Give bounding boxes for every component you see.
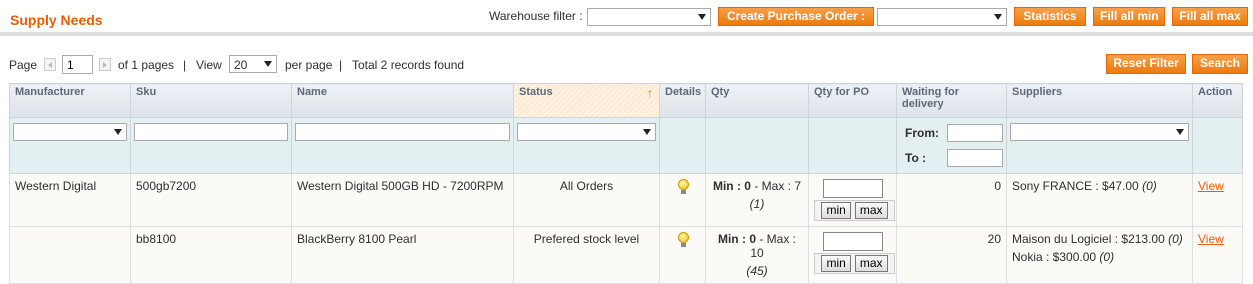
filter-row: From: To : [9,117,1243,174]
suppliers-cell: Maison du Logiciel : $213.00 (0) Nokia :… [1006,226,1193,284]
action-cell: View [1192,173,1243,227]
fill-all-max-button[interactable]: Fill all max [1172,7,1248,26]
waiting-from-label: From: [905,126,939,140]
pager-separator: | [339,58,343,72]
details-cell [659,173,706,227]
chevron-down-icon [698,14,706,20]
arrow-left-icon [48,62,52,68]
page-header: Supply Needs Warehouse filter : Create P… [0,0,1253,36]
waiting-to-input[interactable] [947,149,1003,167]
column-header-status-label: Status [519,86,553,98]
qty-cell: Min : 0 - Max : 10 (45) [705,226,809,284]
waiting-cell: 0 [896,173,1007,227]
statistics-button[interactable]: Statistics [1014,7,1086,26]
column-header-status[interactable]: Status ↑ [513,83,660,118]
page-title: Supply Needs [10,12,103,28]
sku-cell: 500gb7200 [130,173,292,227]
page-number-input[interactable] [62,55,93,74]
search-button[interactable]: Search [1192,54,1248,74]
table-row: bb8100 BlackBerry 8100 Pearl Prefered st… [9,226,1243,284]
qty-subtotal: (45) [746,264,768,278]
max-button[interactable]: max [854,255,888,272]
chevron-down-icon [264,61,272,67]
supply-needs-table: Manufacturer Sku Name Status ↑ Details Q… [9,83,1243,284]
pager-separator: | [183,58,187,72]
min-button[interactable]: min [821,202,851,219]
qty-for-po-cell: min max [808,173,897,227]
next-page-button[interactable] [99,58,111,71]
status-cell: All Orders [513,173,660,227]
page-count: of 1 pages [118,58,175,72]
name-cell: Western Digital 500GB HD - 7200RPM [291,173,514,227]
qty-subtotal: (1) [749,197,765,211]
sku-cell: bb8100 [130,226,292,284]
total-records: Total 2 records found [352,58,465,72]
fill-all-min-button[interactable]: Fill all min [1093,7,1165,26]
max-button[interactable]: max [854,202,888,219]
column-header-suppliers[interactable]: Suppliers [1006,83,1193,118]
details-cell [659,226,706,284]
warehouse-filter-select[interactable] [587,8,711,26]
waiting-cell: 20 [896,226,1007,284]
qty-for-po-input[interactable] [822,232,883,251]
view-label: View [196,58,222,72]
per-page-label: per page [285,58,333,72]
warehouse-filter-label: Warehouse filter : [489,9,583,23]
manufacturer-cell: Western Digital [9,173,131,227]
view-link[interactable]: View [1198,179,1224,193]
manufacturer-filter-select[interactable] [13,123,127,141]
qty-for-po-input[interactable] [822,179,883,198]
arrow-right-icon [103,62,107,68]
name-filter-input[interactable] [295,123,510,141]
column-header-details: Details [659,83,706,118]
sort-ascending-icon: ↑ [647,86,653,100]
chevron-down-icon [643,129,651,135]
action-cell: View [1192,226,1243,284]
manufacturer-cell [9,226,131,284]
column-header-waiting-for-delivery[interactable]: Waiting for delivery [896,83,1007,118]
column-header-qty-for-po: Qty for PO [808,83,897,118]
column-header-qty[interactable]: Qty [705,83,809,118]
column-header-name[interactable]: Name [291,83,514,118]
chevron-down-icon [114,129,122,135]
sku-filter-input[interactable] [134,123,288,141]
qty-cell: Min : 0 - Max : 7 (1) [705,173,809,227]
column-header-action: Action [1192,83,1243,118]
waiting-from-input[interactable] [947,124,1003,142]
status-cell: Prefered stock level [513,226,660,284]
waiting-to-label: To : [905,151,927,165]
suppliers-filter-select[interactable] [1010,123,1189,141]
min-button[interactable]: min [821,255,851,272]
suppliers-cell: Sony FRANCE : $47.00 (0) [1006,173,1193,227]
lightbulb-icon[interactable] [676,179,690,195]
column-header-manufacturer[interactable]: Manufacturer [9,83,131,118]
per-page-select[interactable]: 20 [229,55,277,73]
name-cell: BlackBerry 8100 Pearl [291,226,514,284]
page-label: Page [9,58,38,72]
column-header-sku[interactable]: Sku [130,83,292,118]
qty-for-po-cell: min max [808,226,897,284]
view-link[interactable]: View [1198,232,1224,246]
chevron-down-icon [994,14,1002,20]
create-purchase-order-button[interactable]: Create Purchase Order : [718,7,874,26]
status-filter-select[interactable] [517,123,656,141]
lightbulb-icon[interactable] [676,232,690,248]
table-row: Western Digital 500gb7200 Western Digita… [9,173,1243,227]
reset-filter-button[interactable]: Reset Filter [1106,54,1186,74]
previous-page-button[interactable] [44,58,56,71]
chevron-down-icon [1176,129,1184,135]
purchase-order-select[interactable] [877,8,1007,26]
